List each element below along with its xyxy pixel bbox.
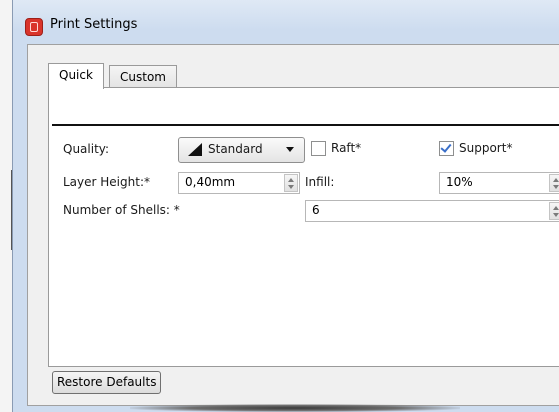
window-shadow [130, 404, 460, 412]
app-logo-icon [25, 18, 43, 36]
quality-label: Quality: [63, 142, 110, 156]
print-settings-window: Print Settings Quick Custom Quality: Sta… [12, 0, 559, 412]
spin-down-icon [288, 185, 294, 189]
window-title: Print Settings [50, 17, 138, 32]
dialog-body: Quick Custom Quality: Standard Raft* Sup… [27, 44, 559, 406]
spin-up-icon [553, 206, 559, 210]
spin-down-icon [553, 185, 559, 189]
section-divider [52, 124, 559, 126]
layer-height-label: Layer Height:* [63, 175, 150, 189]
layer-height-value: 0,40mm [185, 175, 236, 189]
number-of-shells-spinner[interactable] [549, 202, 559, 220]
raft-label: Raft* [331, 141, 362, 155]
quality-selected-value: Standard [208, 142, 263, 156]
quality-dropdown[interactable]: Standard [178, 137, 305, 163]
number-of-shells-value: 6 [312, 203, 320, 217]
number-of-shells-label: Number of Shells: * [63, 203, 180, 217]
support-checkbox[interactable] [439, 141, 454, 156]
spin-up-icon [288, 178, 294, 182]
layer-height-spinner[interactable] [284, 174, 298, 192]
checkmark-icon [440, 141, 452, 153]
infill-label: Infill: [305, 175, 335, 189]
title-bar[interactable]: Print Settings [13, 0, 559, 42]
dropdown-arrow-icon [286, 147, 294, 152]
infill-value: 10% [446, 175, 473, 189]
infill-spinner[interactable] [549, 174, 559, 192]
number-of-shells-field[interactable]: 6 [305, 200, 559, 222]
quick-settings-panel: Quality: Standard Raft* Support* Layer H… [48, 87, 559, 367]
spin-up-icon [553, 178, 559, 182]
quality-level-icon [188, 143, 202, 156]
spin-down-icon [553, 213, 559, 217]
raft-checkbox[interactable] [311, 141, 326, 156]
tab-quick[interactable]: Quick [48, 63, 104, 89]
layer-height-field[interactable]: 0,40mm [178, 172, 300, 194]
restore-defaults-button[interactable]: Restore Defaults [52, 371, 162, 394]
tab-custom[interactable]: Custom [109, 65, 177, 88]
support-label: Support* [459, 141, 513, 155]
infill-field[interactable]: 10% [439, 172, 559, 194]
